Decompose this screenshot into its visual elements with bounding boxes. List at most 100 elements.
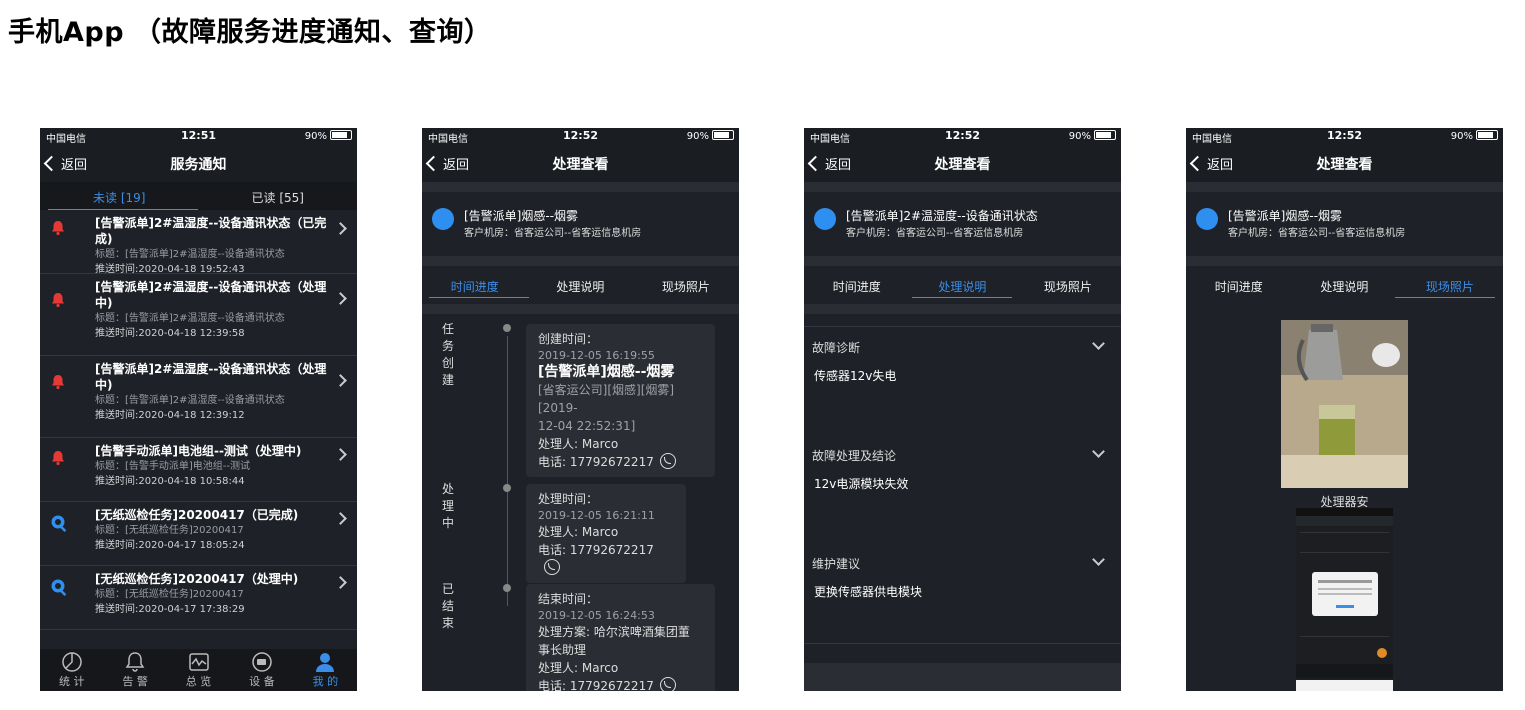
nav-bar: 返回 服务通知 <box>40 144 357 182</box>
tab-time-progress[interactable]: 时间进度 <box>422 278 528 295</box>
tab-label: 统 计 <box>58 675 85 688</box>
nav-title: 处理查看 <box>1316 157 1373 173</box>
time-value: 2019-12-05 16:21:11 <box>538 509 655 522</box>
handler: 处理人: Marco <box>538 437 619 451</box>
message-push-time: 推送时间:2020-04-18 12:39:58 <box>95 328 245 339</box>
phone-number: 电话: 17792672217 <box>538 543 654 557</box>
section-maintenance-advice[interactable]: 维护建议 更换传感器供电模块 <box>804 543 1121 644</box>
phone-number: 电话: 17792672217 <box>538 455 654 469</box>
nav-bar: 返回 处理查看 <box>1186 144 1503 182</box>
phone-row: 电话: 17792672217 <box>538 453 703 471</box>
tab-device[interactable]: 设 备 <box>230 649 293 691</box>
phone-call-icon[interactable] <box>659 677 676 691</box>
message-push-time: 推送时间:2020-04-18 12:39:12 <box>95 410 245 421</box>
tab-time-progress[interactable]: 时间进度 <box>1186 278 1292 295</box>
phone-row: 电话: 17792672217 <box>538 677 703 691</box>
tab-handling-notes[interactable]: 处理说明 <box>528 278 634 295</box>
divider <box>422 304 739 314</box>
alarm-title: [告警派单]2#温湿度--设备通讯状态 <box>846 209 1038 223</box>
phone-service-notice: 中国电信 12:51 90% 返回 服务通知 未读 [19] 已读 [55] [… <box>40 128 357 691</box>
phone-call-icon[interactable] <box>659 453 676 469</box>
tab-alarm[interactable]: 告 警 <box>103 649 166 691</box>
handler: 处理人: Marco <box>538 525 619 539</box>
site-photo-screenshot[interactable] <box>1296 508 1393 691</box>
timeline: 任务创建 创建时间： 2019-12-05 16:19:55 [告警派单]烟感-… <box>422 314 739 691</box>
phone-call-icon[interactable] <box>544 559 560 575</box>
phone-number: 电话: 17792672217 <box>538 679 654 691</box>
site-photo-kettle[interactable] <box>1281 320 1408 488</box>
divider <box>422 182 739 192</box>
battery-indicator: 90% <box>687 130 734 142</box>
customer-room: 客户机房：省客运公司--省客运信息机房 <box>1228 228 1406 239</box>
tab-underline <box>912 297 1012 298</box>
battery-indicator: 90% <box>1451 130 1498 142</box>
inspection-icon <box>51 579 67 596</box>
message-list: [告警派单]2#温湿度--设备通讯状态（已完成) 标题：[告警派单]2#温湿度-… <box>40 210 357 630</box>
chevron-right-icon <box>334 512 347 525</box>
tab-overview[interactable]: 总 览 <box>167 649 230 691</box>
status-bar: 中国电信 12:52 90% <box>1186 128 1503 145</box>
battery-level: 90% <box>1068 131 1091 142</box>
alarm-title: [告警派单]烟感--烟雾 <box>464 209 579 223</box>
tab-site-photos[interactable]: 现场照片 <box>633 278 739 295</box>
list-item[interactable]: [告警派单]2#温湿度--设备通讯状态（已完成) 标题：[告警派单]2#温湿度-… <box>40 210 357 275</box>
footer-area <box>804 663 1121 691</box>
message-title: [无纸巡检任务]20200417（已完成) <box>95 508 299 522</box>
section-fault-diagnosis[interactable]: 故障诊断 传感器12v失电 <box>804 326 1121 435</box>
alarm-header: [告警派单]烟感--烟雾 客户机房：省客运公司--省客运信息机房 <box>422 192 739 256</box>
chevron-right-icon <box>334 374 347 387</box>
step-headline: [告警派单]烟感--烟雾 <box>538 364 675 380</box>
battery-icon <box>712 130 734 140</box>
tab-site-photos[interactable]: 现场照片 <box>1397 278 1503 295</box>
step-detail-line1: [省客运公司][烟感][烟雾][2019- <box>538 383 675 415</box>
list-item[interactable]: [无纸巡检任务]20200417（已完成) 标题：[无纸巡检任务]2020041… <box>40 502 357 566</box>
timeline-line <box>507 336 508 606</box>
page-title: 手机App （故障服务进度通知、查询） <box>8 17 492 48</box>
tab-time-progress[interactable]: 时间进度 <box>804 278 910 295</box>
list-item[interactable]: [无纸巡检任务]20200417（处理中) 标题：[无纸巡检任务]2020041… <box>40 566 357 630</box>
tab-site-photos[interactable]: 现场照片 <box>1015 278 1121 295</box>
tab-read[interactable]: 已读 [55] <box>199 189 358 206</box>
list-item[interactable]: [告警手动派单]电池组--测试（处理中) 标题：[告警手动派单]电池组--测试 … <box>40 438 357 502</box>
list-item[interactable]: [告警派单]2#温湿度--设备通讯状态（处理中) 标题：[告警派单]2#温湿度-… <box>40 274 357 356</box>
time-value: 2019-12-05 16:24:53 <box>538 609 655 622</box>
step-detail-line2: 12-04 22:52:31] <box>538 419 636 433</box>
message-push-time: 推送时间:2020-04-17 18:05:24 <box>95 540 245 551</box>
read-status-tabs: 未读 [19] 已读 [55] <box>40 182 357 210</box>
chevron-right-icon <box>334 576 347 589</box>
camera-icon <box>252 652 272 672</box>
message-subject: 标题：[告警手动派单]电池组--测试 <box>95 461 251 472</box>
tab-underline <box>429 297 529 298</box>
tab-handling-notes[interactable]: 处理说明 <box>910 278 1016 295</box>
battery-icon <box>1094 130 1116 140</box>
tab-underline <box>1395 297 1495 298</box>
list-item[interactable]: [告警派单]2#温湿度--设备通讯状态（处理中) 标题：[告警派单]2#温湿度-… <box>40 356 357 438</box>
status-bar: 中国电信 12:51 90% <box>40 128 357 145</box>
time-label: 处理时间： <box>538 492 599 506</box>
message-title: [告警手动派单]电池组--测试（处理中) <box>95 444 302 458</box>
section-title: 故障处理及结论 <box>812 449 897 463</box>
tab-handling-notes[interactable]: 处理说明 <box>1292 278 1398 295</box>
step-label: 处理中 <box>442 482 455 530</box>
bell-icon <box>432 208 454 230</box>
step-dot <box>503 484 511 492</box>
tab-label: 告 警 <box>122 675 148 688</box>
bell-icon <box>1196 208 1218 230</box>
chevron-right-icon <box>334 292 347 305</box>
bell-icon <box>814 208 836 230</box>
step-label: 已结束 <box>442 582 455 630</box>
statistics-icon <box>61 652 82 672</box>
divider <box>804 182 1121 192</box>
tab-mine[interactable]: 我 的 <box>294 649 357 691</box>
section-title: 维护建议 <box>812 557 861 571</box>
tab-statistics[interactable]: 统 计 <box>40 649 103 691</box>
battery-level: 90% <box>304 131 327 142</box>
user-icon <box>316 653 335 672</box>
message-title: [告警派单]2#温湿度--设备通讯状态（已完成) <box>95 216 327 246</box>
step-dot <box>503 324 511 332</box>
section-fault-conclusion[interactable]: 故障处理及结论 12v电源模块失效 <box>804 435 1121 543</box>
tab-unread[interactable]: 未读 [19] <box>40 189 199 206</box>
divider <box>1186 256 1503 266</box>
inspection-icon <box>51 515 67 532</box>
alarm-bell-icon <box>52 221 64 236</box>
